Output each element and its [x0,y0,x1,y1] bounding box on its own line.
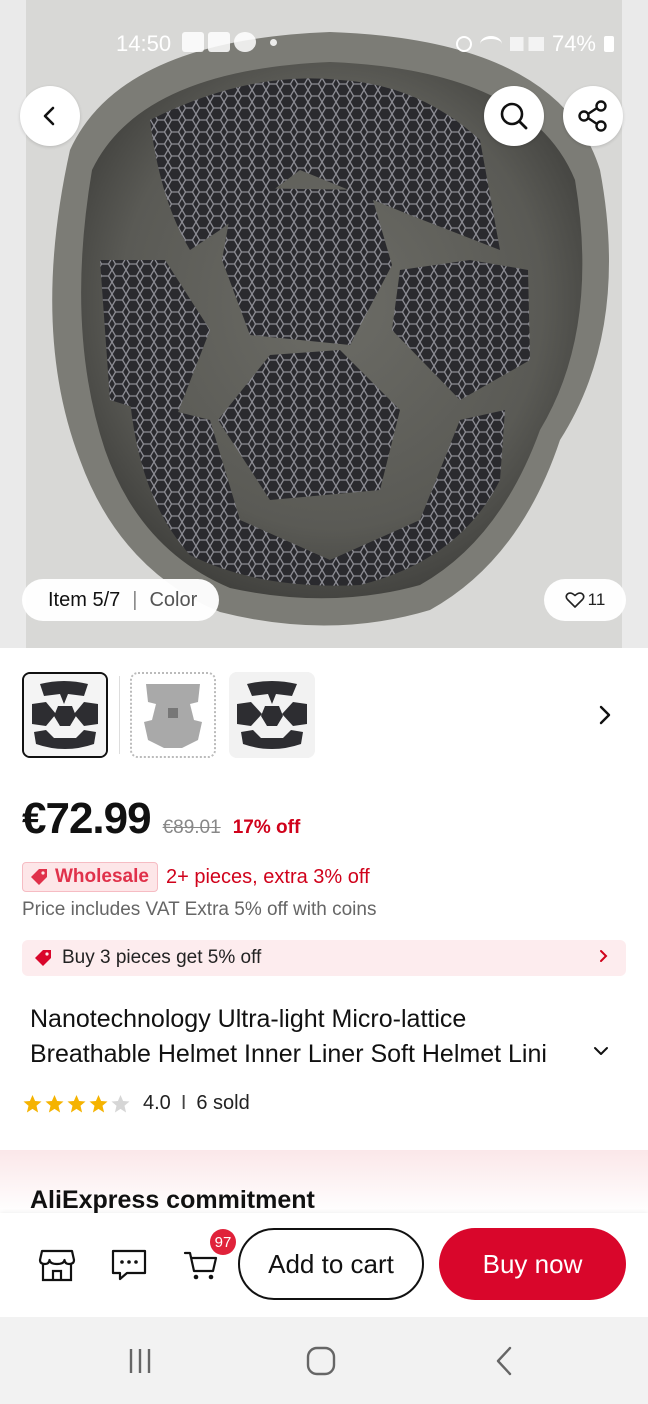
store-button[interactable] [33,1241,81,1289]
thumbnail-divider [119,676,120,754]
wifi-icon [479,36,502,52]
price-row: €72.99 €89.01 17% off [22,794,300,844]
favorites-count: 11 [587,590,606,609]
sold-count: 6 sold [196,1092,250,1114]
chat-button[interactable] [105,1241,153,1289]
notification-icons [182,32,277,52]
mail-notification-icon [208,32,230,52]
helmet-liner-thumbnail [24,674,106,756]
promo-banner[interactable]: Buy 3 pieces get 5% off [22,940,626,976]
star-rating [22,1094,131,1114]
thumbnail-2[interactable] [130,672,216,758]
status-bar: 14:50 74% [0,28,648,60]
thumbnail-strip [22,672,626,758]
product-page: 14:50 74% Item 5/7 | Color 11 €72.99 €89… [0,0,648,1404]
heart-icon [565,592,585,608]
chevron-right-icon [599,705,611,725]
recent-apps-icon [129,1349,151,1373]
search-icon [500,102,528,130]
tag-icon [31,869,47,885]
current-price: €72.99 [22,794,152,843]
variant-indicator[interactable]: Item 5/7 | Color [22,579,220,621]
wholesale-badge: Wholesale [22,862,158,892]
star-empty-icon [111,1094,130,1112]
back-button[interactable] [20,86,80,146]
promo-chevron-icon [598,947,610,971]
back-arrow-icon [496,1346,512,1376]
product-title-line-1: Nanotechnology Ultra-light Micro-lattice [30,1005,467,1033]
star-filled-icon [45,1094,64,1112]
wholesale-badge-label: Wholesale [55,866,149,887]
chat-icon [111,1249,147,1281]
add-to-cart-button[interactable]: Add to cart [238,1228,424,1300]
share-icon [578,100,607,132]
chevron-left-icon [43,106,55,126]
coupon-tag-icon [34,949,52,967]
discount-label: 17% off [232,817,301,838]
wholesale-row[interactable]: Wholesale 2+ pieces, extra 3% off [22,862,370,892]
product-image[interactable]: 14:50 74% Item 5/7 | Color 11 [0,0,648,648]
signal-icon [509,37,544,51]
gallery-notification-icon [182,32,204,52]
item-separator: | [132,588,138,611]
promo-text: Buy 3 pieces get 5% off [62,947,262,968]
star-filled-icon [67,1094,86,1112]
wishlist-button[interactable]: 11 [544,579,626,621]
rating-value: 4.0 [143,1092,171,1114]
share-button[interactable] [563,86,623,146]
recent-apps-button[interactable] [120,1343,160,1379]
wholesale-offer: 2+ pieces, extra 3% off [165,865,370,888]
store-icon [38,1249,76,1282]
home-button[interactable] [301,1343,341,1379]
helmet-liner-thumbnail-alt [229,672,315,758]
helmet-liner-photo [0,0,648,648]
thumbnail-3[interactable] [229,672,315,758]
alarm-icon [455,36,472,52]
whatsapp-notification-icon [234,32,256,52]
rating-row[interactable]: 4.0 I 6 sold [22,1092,250,1115]
cart-icon [183,1251,218,1280]
product-title-line-2: Breathable Helmet Inner Liner Soft Helme… [30,1040,547,1068]
vat-info: Price includes VAT Extra 5% off with coi… [22,899,377,920]
helmet-liner-grey-thumbnail [132,674,214,756]
product-title: Nanotechnology Ultra-light Micro-lattice… [30,1002,595,1072]
status-right: 74% [455,31,614,57]
star-filled-icon [23,1094,42,1112]
variant-label: Color [149,588,198,611]
battery-icon [604,36,614,52]
search-button[interactable] [484,86,544,146]
more-notifications-icon [270,38,277,46]
original-price: €89.01 [162,817,221,838]
bottom-action-bar: 97 Add to cart Buy now [0,1213,648,1317]
system-navigation-bar [0,1317,648,1404]
title-expand-button[interactable] [592,1044,610,1063]
chevron-down-icon [594,1047,608,1055]
thumbnails-next-button[interactable] [588,698,622,732]
buy-now-button[interactable]: Buy now [439,1228,626,1300]
home-icon [306,1346,336,1376]
item-counter: Item 5/7 [48,588,121,611]
thumbnail-1[interactable] [22,672,108,758]
status-time: 14:50 [116,31,172,56]
cart-count-badge: 97 [210,1229,236,1255]
rating-separator: I [180,1092,187,1114]
star-filled-icon [89,1094,108,1112]
commitment-title: AliExpress commitment [30,1186,315,1213]
battery-percent: 74% [551,31,596,56]
system-back-button[interactable] [484,1343,524,1379]
